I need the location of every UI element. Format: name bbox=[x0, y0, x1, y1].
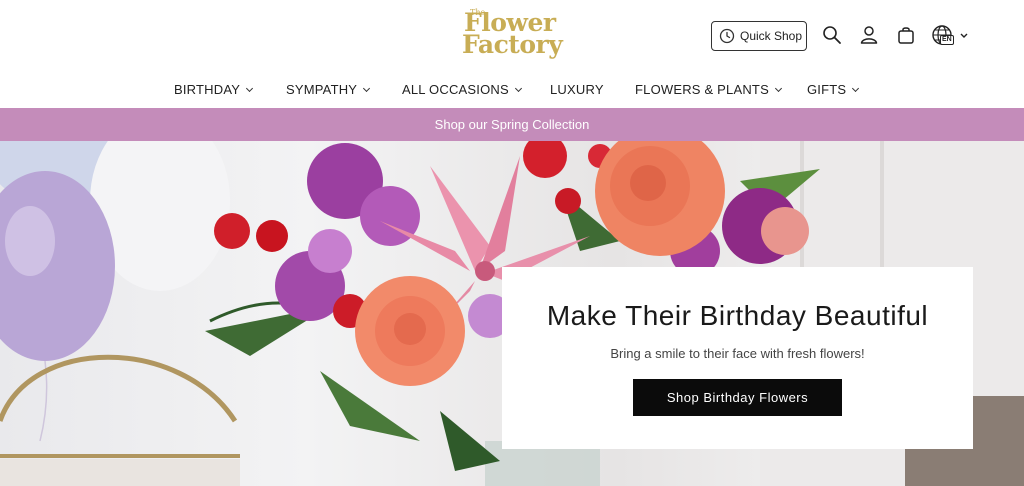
nav-item-gifts[interactable]: GIFTS bbox=[807, 82, 860, 97]
account-icon[interactable] bbox=[858, 24, 880, 46]
quick-shop-button[interactable]: Quick Shop bbox=[711, 21, 807, 51]
shop-birthday-flowers-button[interactable]: Shop Birthday Flowers bbox=[633, 379, 842, 416]
chevron-down-icon bbox=[363, 84, 371, 93]
logo-line-2: Factory bbox=[462, 30, 563, 59]
hero-subtitle: Bring a smile to their face with fresh f… bbox=[610, 346, 865, 361]
site-header: The Flower Factory Quick Shop EN bbox=[0, 0, 1024, 72]
chevron-down-icon bbox=[514, 84, 522, 93]
brand-logo[interactable]: The Flower Factory bbox=[460, 8, 568, 64]
search-icon[interactable] bbox=[821, 24, 843, 46]
promo-banner[interactable]: Shop our Spring Collection bbox=[0, 108, 1024, 141]
hero-title: Make Their Birthday Beautiful bbox=[546, 300, 929, 331]
chevron-down-icon bbox=[774, 84, 782, 93]
nav-item-birthday[interactable]: BIRTHDAY bbox=[174, 82, 254, 97]
chevron-down-icon bbox=[246, 84, 254, 93]
language-selector[interactable]: EN bbox=[931, 24, 971, 48]
quick-shop-label: Quick Shop bbox=[740, 29, 803, 43]
nav-item-all-occasions[interactable]: ALL OCCASIONS bbox=[402, 82, 522, 97]
chevron-down-icon bbox=[852, 84, 860, 93]
language-code: EN bbox=[940, 35, 954, 45]
promo-text: Shop our Spring Collection bbox=[434, 117, 590, 132]
hero-banner: Make Their Birthday Beautiful Bring a sm… bbox=[0, 141, 1024, 486]
clock-icon bbox=[719, 28, 735, 44]
nav-item-sympathy[interactable]: SYMPATHY bbox=[286, 82, 371, 97]
nav-item-flowers-plants[interactable]: FLOWERS & PLANTS bbox=[635, 82, 782, 97]
nav-item-luxury[interactable]: LUXURY bbox=[550, 82, 604, 97]
cart-icon[interactable] bbox=[895, 24, 917, 46]
hero-card: Make Their Birthday Beautiful Bring a sm… bbox=[502, 267, 973, 449]
main-nav: BIRTHDAY SYMPATHY ALL OCCASIONS LUXURY F… bbox=[0, 72, 1024, 108]
